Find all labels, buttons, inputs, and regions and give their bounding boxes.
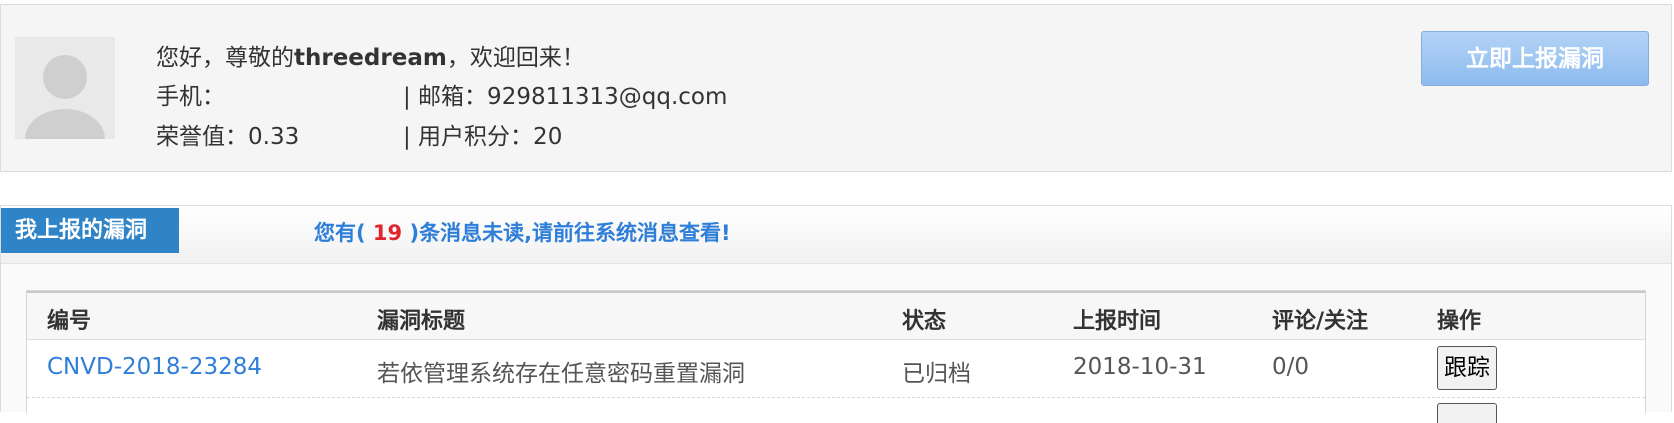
vuln-title: 若依管理系统存在任意密码重置漏洞 [377,361,745,387]
score-row: 荣誉值：0.33 | 用户积分：20 [156,117,562,151]
column-header-action: 操作 [1437,309,1482,334]
vuln-status: 已归档 [902,361,971,387]
column-header-title: 漏洞标题 [377,309,466,334]
table-header: 编号 漏洞标题 状态 上报时间 评论/关注 操作 [27,291,1645,340]
welcome-message: 您好，尊敬的threedream，欢迎回来！ [156,38,585,72]
column-header-id: 编号 [47,309,92,334]
greeting-suffix: ，欢迎回来！ [446,45,585,71]
honor-value: 荣誉值：0.33 [156,124,300,150]
user-profile-panel: 您好，尊敬的threedream，欢迎回来！ 手机： | 邮箱：92981131… [0,4,1672,172]
unread-suffix: )条消息未读,请前往系统消息查看! [409,221,731,245]
avatar [15,37,115,139]
section-header: 我上报的漏洞 您有( 19 )条消息未读,请前往系统消息查看! [1,206,1671,264]
greeting-prefix: 您好，尊敬的 [156,45,294,71]
tab-my-reports[interactable]: 我上报的漏洞 [1,208,179,253]
my-reports-section: 我上报的漏洞 您有( 19 )条消息未读,请前往系统消息查看! 编号 漏洞标题 … [0,205,1672,423]
vuln-id-link[interactable]: CNVD-2018-23284 [47,354,262,380]
phone-label: 手机： [156,84,225,110]
unread-count: 19 [372,221,403,245]
track-button[interactable]: 跟踪 [1437,346,1497,390]
unread-messages-notice[interactable]: 您有( 19 )条消息未读,请前往系统消息查看! [314,217,731,247]
column-header-comments: 评论/关注 [1272,309,1369,334]
email-label: | 邮箱：929811313@qq.com [403,84,728,110]
column-header-date: 上报时间 [1073,309,1162,334]
reports-table: 编号 漏洞标题 状态 上报时间 评论/关注 操作 CNVD-2018-23284… [26,290,1646,423]
column-header-status: 状态 [902,309,947,334]
contact-row: 手机： | 邮箱：929811313@qq.com [156,77,727,111]
next-row-track-button[interactable] [1437,403,1497,423]
unread-prefix: 您有( [314,221,366,245]
username: threedream [294,45,447,71]
comments-follows: 0/0 [1272,354,1310,380]
user-points: | 用户积分：20 [403,124,563,150]
report-date: 2018-10-31 [1073,354,1207,380]
report-vulnerability-button[interactable]: 立即上报漏洞 [1421,31,1649,86]
default-avatar-icon [15,37,115,139]
table-row: CNVD-2018-23284 若依管理系统存在任意密码重置漏洞 已归档 201… [27,340,1645,398]
